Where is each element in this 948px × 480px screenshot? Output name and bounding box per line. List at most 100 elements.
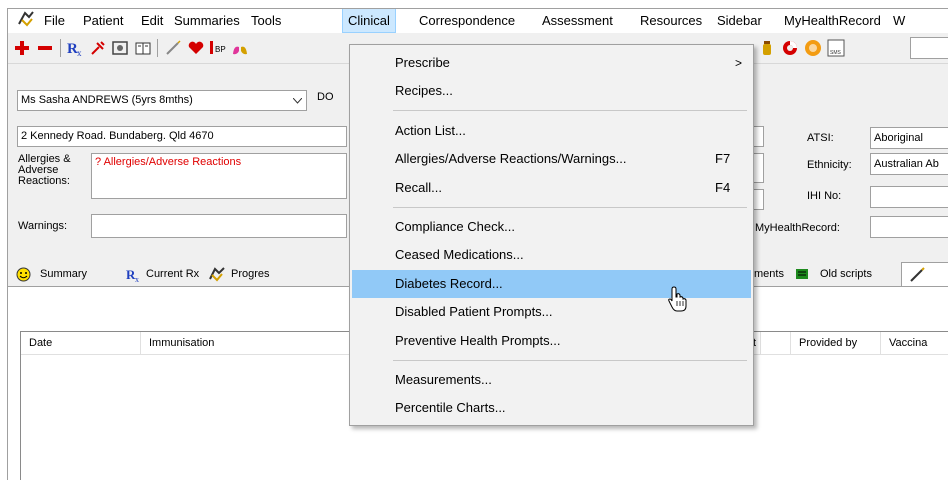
- menu-item-ceased-medications[interactable]: Ceased Medications...: [352, 241, 751, 269]
- menu-window[interactable]: W: [888, 9, 910, 32]
- menu-patient[interactable]: Patient: [78, 9, 128, 32]
- menu-myhealthrecord[interactable]: MyHealthRecord: [779, 9, 886, 32]
- clinical-menu: Prescribe > Recipes... Action List... Al…: [349, 44, 754, 426]
- atsi-field[interactable]: Aboriginal: [870, 127, 948, 149]
- menu-item-disabled-patient-prompts[interactable]: Disabled Patient Prompts...: [352, 298, 751, 326]
- menu-item-allergies[interactable]: Allergies/Adverse Reactions/Warnings... …: [352, 145, 751, 173]
- menu-item-prescribe[interactable]: Prescribe >: [352, 49, 751, 77]
- tab-current-rx[interactable]: Rx Current Rx: [126, 264, 199, 284]
- menu-item-allergies-label: Allergies/Adverse Reactions/Warnings...: [395, 151, 627, 166]
- menu-item-diabetes-record[interactable]: Diabetes Record...: [352, 270, 751, 298]
- tools-icon[interactable]: [88, 38, 108, 58]
- tab-old-scripts[interactable]: Old scripts: [795, 264, 872, 284]
- allergies-label: Allergies & Adverse Reactions:: [18, 153, 71, 187]
- menu-edit[interactable]: Edit: [136, 9, 168, 32]
- column-vaccinator[interactable]: Vaccina: [881, 332, 948, 354]
- menu-bar: File Patient Edit Summaries Tools Clinic…: [8, 9, 948, 33]
- smiley-icon: [16, 267, 31, 281]
- warnings-label: Warnings:: [18, 220, 68, 232]
- book-icon[interactable]: [133, 38, 153, 58]
- patient-name-select[interactable]: Ms Sasha ANDREWS (5yrs 8mths): [17, 90, 307, 111]
- menu-item-preventive-health-prompts[interactable]: Preventive Health Prompts...: [352, 327, 751, 355]
- tab-summary[interactable]: Summary: [16, 264, 87, 284]
- heart-icon[interactable]: [186, 38, 206, 58]
- menu-item-action-list[interactable]: Action List...: [352, 117, 751, 145]
- toolbar-search-input[interactable]: [910, 37, 948, 59]
- ihi-field[interactable]: [870, 186, 948, 208]
- scan-icon[interactable]: [110, 38, 130, 58]
- app-logo-icon[interactable]: [12, 10, 40, 33]
- ihi-label: IHI No:: [807, 190, 842, 202]
- allergies-value: ? Allergies/Adverse Reactions: [95, 156, 242, 168]
- mhr-field[interactable]: [870, 216, 948, 238]
- tab-progress[interactable]: Progres: [208, 264, 270, 284]
- menu-item-recall-label: Recall...: [395, 180, 442, 195]
- patient-address-field: 2 Kennedy Road. Bundaberg. Qld 4670: [17, 126, 347, 147]
- menu-item-measurements[interactable]: Measurements...: [352, 366, 751, 394]
- ethnicity-value: Australian Ab: [874, 158, 939, 170]
- menu-item-diabetes-record-label: Diabetes Record...: [395, 276, 503, 291]
- mhr-label: MyHealthRecord:: [755, 222, 840, 234]
- menu-separator: [393, 110, 747, 111]
- menu-separator: [393, 360, 747, 361]
- menu-item-recall-shortcut: F4: [715, 180, 731, 195]
- menu-assessment[interactable]: Assessment: [537, 9, 618, 32]
- patient-name-value: Ms Sasha ANDREWS (5yrs 8mths): [21, 94, 193, 106]
- menu-item-action-list-label: Action List...: [395, 123, 466, 138]
- prescription-icon[interactable]: Rx: [65, 38, 85, 58]
- toolbar-divider: [60, 39, 61, 57]
- patient-address-value: 2 Kennedy Road. Bundaberg. Qld 4670: [21, 130, 214, 142]
- tab-progress-label: Progres: [231, 268, 270, 280]
- menu-item-measurements-label: Measurements...: [395, 372, 492, 387]
- menu-resources[interactable]: Resources: [635, 9, 707, 32]
- menu-item-percentile-charts[interactable]: Percentile Charts...: [352, 394, 751, 422]
- menu-tools[interactable]: Tools: [246, 9, 286, 32]
- tab-documents[interactable]: ments: [754, 264, 784, 284]
- lifebuoy-icon[interactable]: [780, 38, 800, 58]
- old-scripts-icon: [796, 269, 808, 279]
- add-icon[interactable]: [12, 38, 32, 58]
- rx-icon: Rx: [126, 267, 139, 282]
- sms-icon[interactable]: SMS: [826, 38, 846, 58]
- tab-documents-label: ments: [754, 268, 784, 280]
- svg-text:x: x: [77, 48, 82, 57]
- blood-pressure-icon[interactable]: BP: [208, 38, 228, 58]
- menu-item-compliance-check[interactable]: Compliance Check...: [352, 213, 751, 241]
- bottle-icon[interactable]: [757, 38, 777, 58]
- menu-item-prescribe-label: Prescribe: [395, 55, 450, 70]
- warnings-field[interactable]: [91, 214, 347, 238]
- chevron-down-icon[interactable]: [290, 91, 305, 110]
- orange-circle-icon[interactable]: [803, 38, 823, 58]
- menu-correspondence[interactable]: Correspondence: [414, 9, 520, 32]
- menu-item-recipes-label: Recipes...: [395, 83, 453, 98]
- hand-cursor-icon: [667, 286, 689, 312]
- column-provided-by[interactable]: Provided by: [791, 332, 881, 354]
- menu-item-preventive-health-prompts-label: Preventive Health Prompts...: [395, 333, 561, 348]
- lungs-icon[interactable]: [230, 38, 250, 58]
- tab-current-rx-label: Current Rx: [146, 268, 200, 280]
- column-date[interactable]: Date: [21, 332, 141, 354]
- remove-icon[interactable]: [35, 38, 55, 58]
- menu-sidebar[interactable]: Sidebar: [712, 9, 767, 32]
- svg-text:BP: BP: [215, 45, 226, 54]
- ethnicity-label: Ethnicity:: [807, 159, 852, 171]
- menu-separator: [393, 207, 747, 208]
- menu-file[interactable]: File: [39, 9, 70, 32]
- ethnicity-field[interactable]: Australian Ab: [870, 153, 948, 175]
- menu-item-ceased-medications-label: Ceased Medications...: [395, 247, 524, 262]
- menu-clinical[interactable]: Clinical: [342, 9, 396, 33]
- tab-notes[interactable]: [901, 262, 948, 287]
- allergies-field[interactable]: ? Allergies/Adverse Reactions: [91, 153, 347, 199]
- atsi-value: Aboriginal: [874, 132, 923, 144]
- menu-summaries[interactable]: Summaries: [169, 9, 245, 32]
- column-batch[interactable]: t: [751, 332, 791, 354]
- menu-item-recall[interactable]: Recall... F4: [352, 174, 751, 202]
- app-window: File Patient Edit Summaries Tools Clinic…: [7, 8, 948, 480]
- menu-item-percentile-charts-label: Percentile Charts...: [395, 400, 506, 415]
- menu-item-recipes[interactable]: Recipes...: [352, 77, 751, 105]
- needle-icon[interactable]: [163, 38, 183, 58]
- submenu-arrow-icon: >: [735, 56, 743, 70]
- svg-text:x: x: [135, 275, 139, 282]
- pen-icon: [910, 267, 925, 282]
- menu-item-compliance-check-label: Compliance Check...: [395, 219, 515, 234]
